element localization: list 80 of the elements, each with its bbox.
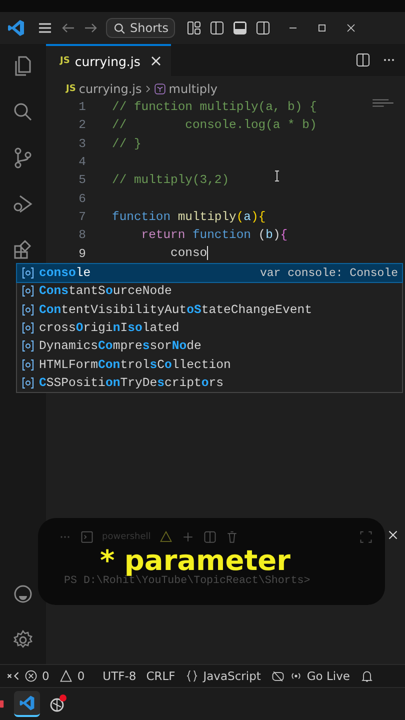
panel-toggle-icon[interactable] xyxy=(232,20,248,36)
search-icon xyxy=(113,22,126,34)
warning-icon xyxy=(158,530,173,544)
layout-icon[interactable] xyxy=(186,20,202,36)
breadcrumb-item[interactable]: currying.js xyxy=(78,82,142,96)
code-line: // } xyxy=(112,136,142,151)
terminal-icon xyxy=(80,530,94,544)
go-live-button[interactable]: Go Live xyxy=(306,669,350,683)
line-number: 6 xyxy=(78,192,86,206)
split-icon[interactable] xyxy=(202,530,217,544)
line-number: 3 xyxy=(78,136,86,151)
line-number: 7 xyxy=(78,210,86,224)
line-number: 9 xyxy=(78,246,86,261)
line-number: 4 xyxy=(78,155,86,170)
taskbar-button[interactable] xyxy=(14,691,40,717)
line-ending-label[interactable]: CRLF xyxy=(146,669,176,683)
cube-icon xyxy=(154,83,166,95)
close-icon[interactable] xyxy=(387,529,399,541)
suggestion-label: ConstantSourceNode xyxy=(39,284,172,298)
line-number: 5 xyxy=(78,173,86,188)
suggestion-label: console xyxy=(39,266,91,280)
variable-icon xyxy=(22,358,34,371)
logo-icon xyxy=(6,18,26,38)
braces-icon xyxy=(185,669,200,683)
sidebar-toggle-icon[interactable] xyxy=(209,20,226,36)
breadcrumb-item[interactable]: multiply xyxy=(168,82,218,96)
variable-icon xyxy=(22,340,34,352)
code-line: conso xyxy=(170,246,208,261)
suggestion-item[interactable]: ContentVisibilityAutoStateChangeEvent xyxy=(17,300,402,319)
text-cursor-icon xyxy=(274,170,280,182)
split-editor-icon[interactable] xyxy=(355,52,371,68)
editor-tab[interactable]: JS currying.js xyxy=(46,44,172,76)
javascript-file-icon: JS xyxy=(60,56,70,66)
search-field[interactable]: Shorts xyxy=(106,18,176,38)
bell-icon[interactable] xyxy=(360,669,374,683)
code-line: // function multiply(a, b) { xyxy=(112,100,317,114)
logo-icon xyxy=(18,694,36,712)
terminal-prompt: PS D:\Rohit\YouTube\TopicReact\Shorts> xyxy=(64,575,310,587)
caption: * parameter xyxy=(100,544,290,577)
suggestion-item[interactable]: HTMLFormControlsCollection xyxy=(17,355,402,374)
app-icon[interactable] xyxy=(48,694,68,714)
variable-icon xyxy=(22,376,34,389)
line-number: 1 xyxy=(78,100,86,114)
variable-icon xyxy=(22,267,34,280)
code-line: function multiply(a){ xyxy=(112,210,266,224)
suggestion-label: CSSPositionTryDescriptors xyxy=(39,376,224,390)
remote-icon[interactable] xyxy=(6,669,20,683)
variable-icon xyxy=(22,285,34,298)
secondary-sidebar-icon[interactable] xyxy=(255,20,272,36)
tab-label: currying.js xyxy=(74,54,140,68)
close-icon[interactable] xyxy=(151,56,162,66)
warning-count[interactable]: 0 xyxy=(77,669,85,683)
line-number: 2 xyxy=(78,118,86,132)
suggestion-label: HTMLFormControlsCollection xyxy=(39,358,231,372)
chevron-icon xyxy=(144,84,151,94)
language-label[interactable]: JavaScript xyxy=(203,669,261,683)
trash-icon[interactable] xyxy=(224,530,239,544)
error-icon xyxy=(24,669,38,683)
suggestion-item[interactable]: console var console: Console xyxy=(17,264,402,282)
suggestion-label: ContentVisibilityAutoStateChangeEvent xyxy=(39,302,312,317)
minimap-drawing xyxy=(371,98,395,108)
suggestion-item[interactable]: DynamicsCompressorNode xyxy=(17,337,402,356)
suggestion-detail: var console: Console xyxy=(260,266,398,280)
error-count[interactable]: 0 xyxy=(42,669,50,683)
variable-icon xyxy=(22,322,34,334)
line-number: 8 xyxy=(78,228,86,242)
copilot-icon[interactable] xyxy=(270,669,285,683)
suggestion-item[interactable]: CSSPositionTryDescriptors xyxy=(17,374,402,392)
code-line: // multiply(3,2) xyxy=(112,173,230,188)
suggestion-item[interactable]: crossOriginIsolated xyxy=(17,318,402,338)
suggestion-label: crossOriginIsolated xyxy=(39,321,180,336)
warning-icon xyxy=(59,669,74,683)
encoding-label[interactable]: UTF-8 xyxy=(102,669,136,683)
suggestion-item[interactable]: ConstantSourceNode xyxy=(17,282,402,301)
code-line: // console.log(a * b) xyxy=(112,118,317,132)
suggestion-label: DynamicsCompressorNode xyxy=(39,339,202,354)
add-icon[interactable] xyxy=(180,530,195,544)
variable-icon xyxy=(22,304,34,316)
code-line: return function (b){ xyxy=(140,228,288,242)
javascript-file-icon: JS xyxy=(66,84,76,94)
